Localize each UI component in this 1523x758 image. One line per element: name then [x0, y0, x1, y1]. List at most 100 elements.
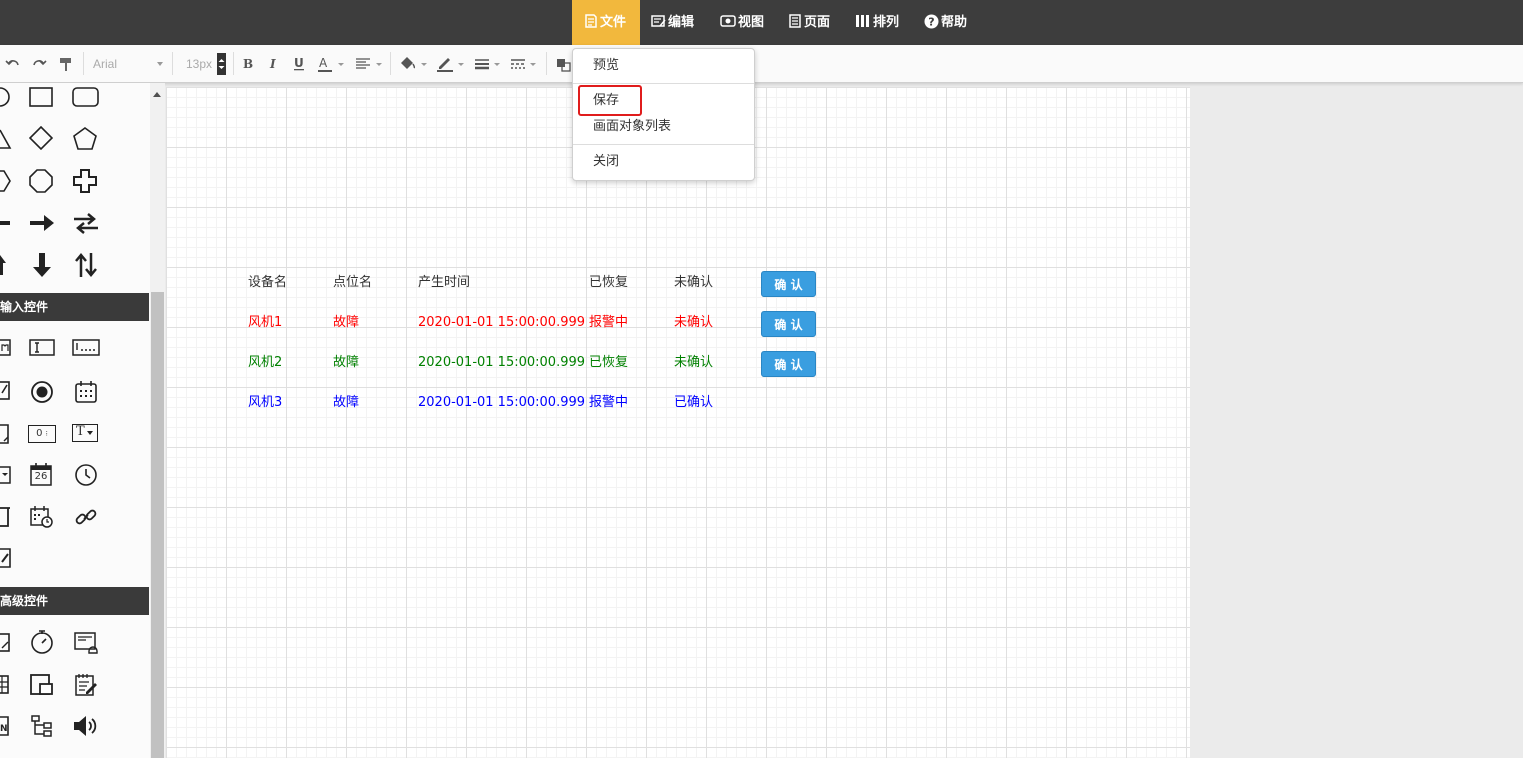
- row1-device: 风机1: [248, 315, 283, 330]
- section-header-advanced-controls[interactable]: 高级控件: [0, 587, 149, 615]
- format-painter-button[interactable]: [58, 54, 74, 74]
- rectangle-shape-icon[interactable]: [29, 86, 53, 108]
- menu-item-preview[interactable]: 预览: [593, 56, 619, 76]
- report-widget-icon[interactable]: N: [0, 714, 12, 738]
- menu-help[interactable]: ? 帮助: [924, 0, 967, 45]
- calendar-widget-icon[interactable]: [74, 380, 98, 404]
- confirm-all-button[interactable]: 确 认: [761, 271, 816, 297]
- table-widget-icon[interactable]: [0, 673, 12, 697]
- menu-file-label: 文件: [600, 15, 627, 30]
- palette-scrollbar-thumb[interactable]: [151, 292, 164, 758]
- image-widget-icon[interactable]: [0, 631, 12, 655]
- clock-widget-icon[interactable]: [74, 463, 98, 487]
- row2-confirm-button[interactable]: 确 认: [761, 351, 816, 377]
- section-title: 输入控件: [0, 300, 49, 314]
- menu-file[interactable]: 文件: [572, 0, 640, 45]
- svg-text:?: ?: [928, 15, 934, 28]
- row3-point: 故障: [333, 395, 360, 410]
- circle-shape-icon[interactable]: [0, 86, 12, 108]
- font-color-button[interactable]: A: [317, 54, 345, 74]
- menu-item-object-list[interactable]: 画面对象列表: [593, 117, 671, 137]
- row3-state: 报警中: [589, 395, 629, 410]
- timer-widget-icon[interactable]: [30, 629, 54, 655]
- diamond-shape-icon[interactable]: [29, 126, 53, 150]
- arrow-right-icon[interactable]: [29, 211, 55, 235]
- checkbox-widget-icon[interactable]: [0, 380, 12, 402]
- select-widget-icon[interactable]: T: [72, 424, 98, 442]
- speaker-widget-icon[interactable]: [73, 714, 99, 738]
- select-widget-label: T: [76, 424, 85, 439]
- text-input-widget-icon[interactable]: [29, 339, 55, 357]
- undo-button[interactable]: [5, 54, 21, 74]
- triangle-shape-icon[interactable]: [0, 128, 12, 150]
- menu-help-label: 帮助: [941, 15, 968, 30]
- tree-widget-icon[interactable]: [30, 714, 54, 738]
- radio-button-widget-icon[interactable]: [30, 380, 54, 404]
- stepper-arrows-icon: [218, 59, 225, 69]
- date-widget-label: 26: [34, 471, 48, 482]
- datetime-widget-icon[interactable]: [30, 505, 54, 529]
- row1-ack: 未确认: [674, 315, 714, 330]
- window-widget-icon[interactable]: [30, 673, 54, 697]
- line-style-button[interactable]: [510, 54, 538, 74]
- line-width-icon: [475, 59, 500, 70]
- menu-page[interactable]: 页面: [789, 0, 830, 45]
- swap-arrows-icon[interactable]: [72, 211, 100, 235]
- italic-button[interactable]: I: [268, 54, 280, 74]
- button-widget-icon[interactable]: [0, 339, 12, 357]
- redo-button[interactable]: [31, 54, 47, 74]
- underline-button[interactable]: U: [293, 54, 305, 74]
- row1-state: 报警中: [589, 315, 629, 330]
- arrow-up-icon[interactable]: [0, 253, 12, 277]
- rounded-rectangle-shape-icon[interactable]: [72, 86, 100, 108]
- pentagon-shape-icon[interactable]: [73, 127, 97, 151]
- password-input-widget-icon[interactable]: [72, 339, 100, 357]
- bold-button[interactable]: B: [242, 54, 254, 74]
- row1-confirm-button[interactable]: 确 认: [761, 311, 816, 337]
- table-header-point: 点位名: [333, 275, 373, 290]
- align-button[interactable]: [355, 54, 383, 74]
- svg-text:U: U: [294, 56, 304, 70]
- menu-view-label: 视图: [738, 15, 765, 30]
- link-widget-icon[interactable]: [74, 505, 98, 529]
- font-size-stepper[interactable]: [217, 53, 226, 75]
- chevron-down-icon: [87, 431, 93, 435]
- arrow-left-icon[interactable]: [0, 213, 12, 233]
- font-family-select[interactable]: Arial: [93, 53, 165, 75]
- note-edit-widget-icon[interactable]: [0, 546, 12, 570]
- layers-icon: [557, 59, 571, 72]
- date-picker-widget-icon[interactable]: 26: [30, 462, 52, 486]
- notepad-widget-icon[interactable]: [74, 673, 98, 697]
- font-size-input[interactable]: 13px: [186, 53, 228, 75]
- textarea-widget-icon[interactable]: [0, 423, 12, 445]
- row2-point: 故障: [333, 355, 360, 370]
- drawing-canvas[interactable]: 设备名 点位名 产生时间 已恢复 未确认 确 认 风机1 故障 2020-01-…: [166, 87, 1190, 758]
- container-widget-icon[interactable]: [0, 505, 12, 529]
- menu-arrange[interactable]: 排列: [856, 0, 899, 45]
- format-toolbar: Arial 13px B I U A: [0, 45, 1523, 83]
- menu-edit[interactable]: 编辑: [651, 0, 694, 45]
- number-input-widget-icon[interactable]: 0 ⁝: [28, 425, 56, 443]
- row2-device: 风机2: [248, 355, 283, 370]
- hexagon-shape-icon[interactable]: [0, 169, 12, 193]
- scroll-up-arrow-icon[interactable]: [153, 92, 161, 97]
- octagon-shape-icon[interactable]: [29, 169, 53, 193]
- cross-shape-icon[interactable]: [73, 169, 97, 193]
- menu-item-close[interactable]: 关闭: [593, 152, 619, 172]
- arrange-layer-button[interactable]: [556, 54, 572, 74]
- section-header-input-controls[interactable]: 输入控件: [0, 293, 149, 321]
- bold-icon: B: [243, 57, 253, 71]
- line-color-button[interactable]: [436, 54, 466, 74]
- alarm-widget-icon[interactable]: [74, 631, 100, 655]
- menu-view[interactable]: 视图: [720, 0, 764, 45]
- line-width-button[interactable]: [474, 54, 502, 74]
- arrow-down-icon[interactable]: [30, 252, 54, 278]
- fill-color-button[interactable]: [399, 54, 429, 74]
- svg-text:B: B: [243, 57, 253, 71]
- underline-icon: U: [294, 56, 304, 71]
- number-widget-label: 0: [36, 428, 43, 439]
- help-icon: ?: [924, 14, 939, 28]
- dropdown-widget-icon[interactable]: [0, 465, 12, 485]
- vertical-swap-arrows-icon[interactable]: [73, 251, 99, 279]
- menu-bar: 文件 编辑 视图 页面 排列 ? 帮助: [0, 0, 1523, 45]
